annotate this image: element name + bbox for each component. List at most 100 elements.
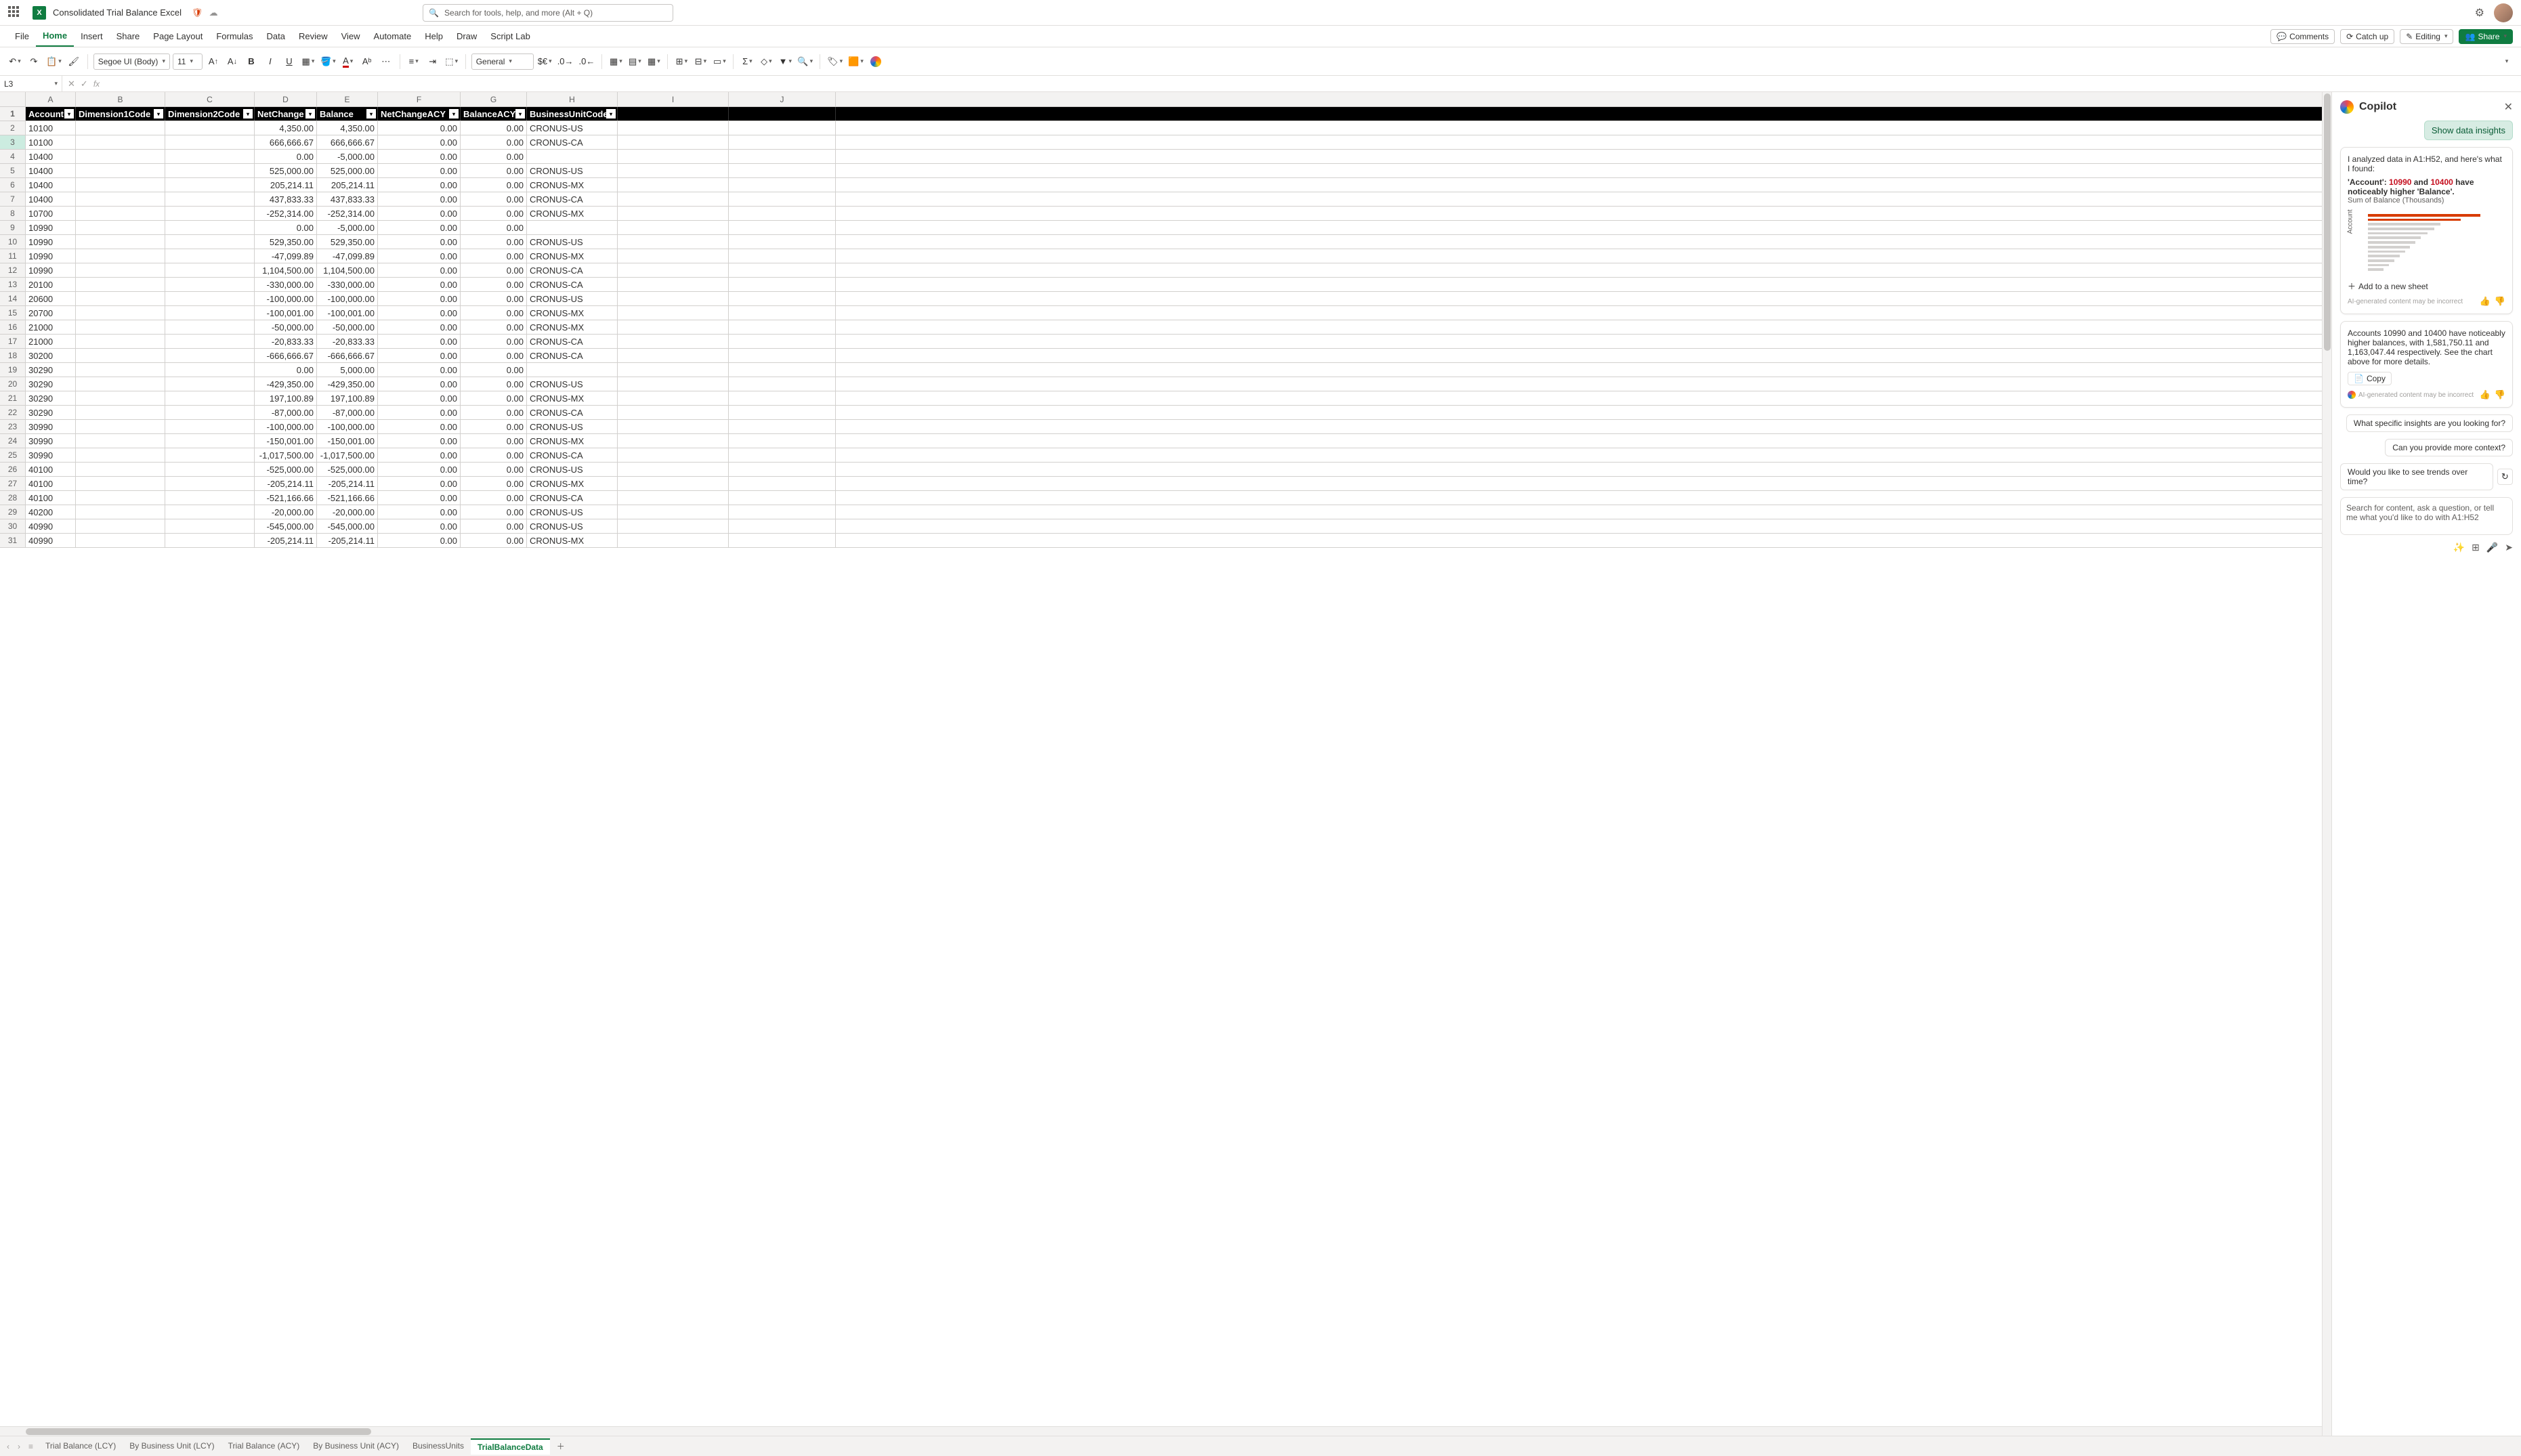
expand-ribbon-button[interactable]: ▾ <box>2498 53 2514 70</box>
ribbon-tab-file[interactable]: File <box>8 26 36 47</box>
cell[interactable]: 40100 <box>26 477 76 490</box>
table-header-cell[interactable]: NetChange▾ <box>255 107 317 121</box>
cell[interactable]: 0.00 <box>461 249 527 263</box>
conditional-formatting-button[interactable]: ▦▾ <box>645 53 662 70</box>
cell[interactable]: 197,100.89 <box>317 391 378 405</box>
cell[interactable] <box>165 320 255 334</box>
cell[interactable] <box>76 477 165 490</box>
cell[interactable]: 0.00 <box>378 164 461 177</box>
cell[interactable] <box>165 207 255 220</box>
cell[interactable] <box>618 292 729 305</box>
cell[interactable] <box>729 121 836 135</box>
row-header[interactable]: 30 <box>0 519 26 533</box>
cell[interactable] <box>729 463 836 476</box>
settings-icon[interactable]: ⚙ <box>2475 6 2484 20</box>
cell[interactable]: 0.00 <box>461 164 527 177</box>
cell[interactable] <box>165 249 255 263</box>
cell[interactable]: 0.00 <box>461 505 527 519</box>
sheet-all-icon[interactable]: ≡ <box>26 1442 36 1451</box>
more-font-button[interactable]: ⋯ <box>378 53 394 70</box>
cell[interactable]: CRONUS-CA <box>527 349 618 362</box>
cell[interactable]: 666,666.67 <box>317 135 378 149</box>
row-header[interactable]: 8 <box>0 207 26 220</box>
cell[interactable]: 0.00 <box>461 135 527 149</box>
cell[interactable] <box>76 306 165 320</box>
cell[interactable]: 21000 <box>26 335 76 348</box>
cell[interactable] <box>165 192 255 206</box>
sparkle-icon[interactable]: ✨ <box>2453 542 2465 553</box>
cell[interactable]: 0.00 <box>378 121 461 135</box>
cell[interactable]: 1,104,500.00 <box>255 263 317 277</box>
cell[interactable] <box>165 164 255 177</box>
cell[interactable]: 205,214.11 <box>255 178 317 192</box>
cell[interactable]: -429,350.00 <box>255 377 317 391</box>
select-all-corner[interactable] <box>0 92 26 106</box>
cell[interactable]: CRONUS-CA <box>527 263 618 277</box>
filter-dropdown-icon[interactable]: ▾ <box>243 109 253 119</box>
cell[interactable]: 0.00 <box>378 192 461 206</box>
cell[interactable] <box>76 434 165 448</box>
cell[interactable] <box>618 135 729 149</box>
cell[interactable]: 0.00 <box>461 335 527 348</box>
cell[interactable]: 10990 <box>26 221 76 234</box>
cell[interactable] <box>729 434 836 448</box>
cell[interactable] <box>76 406 165 419</box>
cell[interactable]: -330,000.00 <box>255 278 317 291</box>
cell[interactable]: -525,000.00 <box>255 463 317 476</box>
cell[interactable]: 0.00 <box>461 420 527 433</box>
cell[interactable]: 10990 <box>26 249 76 263</box>
cell[interactable]: 437,833.33 <box>317 192 378 206</box>
cell[interactable]: 0.00 <box>378 406 461 419</box>
sort-filter-button[interactable]: ▼▾ <box>777 53 793 70</box>
cell[interactable]: 0.00 <box>378 505 461 519</box>
cell[interactable] <box>729 491 836 505</box>
cell[interactable]: -330,000.00 <box>317 278 378 291</box>
cell[interactable]: 10100 <box>26 121 76 135</box>
row-header[interactable]: 2 <box>0 121 26 135</box>
table-header-cell[interactable]: BusinessUnitCode▾ <box>527 107 618 121</box>
row-header[interactable]: 29 <box>0 505 26 519</box>
cell[interactable]: 0.00 <box>255 150 317 163</box>
row-header[interactable]: 28 <box>0 491 26 505</box>
cell[interactable] <box>76 164 165 177</box>
cell[interactable] <box>165 434 255 448</box>
suggestion-chip[interactable]: What specific insights are you looking f… <box>2346 414 2513 432</box>
filter-dropdown-icon[interactable]: ▾ <box>305 109 315 119</box>
cell[interactable] <box>729 263 836 277</box>
sheet-next-icon[interactable]: › <box>15 1442 23 1451</box>
cell[interactable]: 0.00 <box>461 491 527 505</box>
cell[interactable] <box>165 178 255 192</box>
cell[interactable]: 0.00 <box>461 192 527 206</box>
cell-styles-button[interactable]: ▤▾ <box>627 53 643 70</box>
cell[interactable] <box>76 249 165 263</box>
cell[interactable]: 21000 <box>26 320 76 334</box>
cell[interactable]: 5,000.00 <box>317 363 378 377</box>
table-header-cell[interactable]: Balance▾ <box>317 107 378 121</box>
cell[interactable] <box>165 491 255 505</box>
cell[interactable]: -87,000.00 <box>255 406 317 419</box>
cell[interactable]: 0.00 <box>378 335 461 348</box>
copilot-ribbon-button[interactable] <box>868 53 884 70</box>
cell[interactable]: CRONUS-US <box>527 235 618 249</box>
cell[interactable]: -150,001.00 <box>317 434 378 448</box>
sensitivity-button[interactable]: 🏷▾ <box>826 53 844 70</box>
row-header[interactable]: 13 <box>0 278 26 291</box>
cell[interactable] <box>618 263 729 277</box>
cell[interactable]: CRONUS-CA <box>527 278 618 291</box>
cell[interactable]: 20100 <box>26 278 76 291</box>
cell[interactable] <box>729 107 836 121</box>
cell[interactable]: 0.00 <box>255 363 317 377</box>
name-box[interactable]: L3▾ <box>0 76 62 91</box>
cell[interactable] <box>165 292 255 305</box>
format-table-button[interactable]: ▦▾ <box>608 53 624 70</box>
cell[interactable] <box>618 178 729 192</box>
row-header[interactable]: 9 <box>0 221 26 234</box>
cell[interactable] <box>729 221 836 234</box>
copilot-input[interactable]: Search for content, ask a question, or t… <box>2340 497 2513 535</box>
suggestion-chip[interactable]: Would you like to see trends over time? <box>2340 463 2493 490</box>
filter-dropdown-icon[interactable]: ▾ <box>64 109 74 119</box>
font-color-button[interactable]: A▾ <box>340 53 356 70</box>
ribbon-tab-view[interactable]: View <box>335 26 367 47</box>
cell[interactable] <box>165 534 255 547</box>
cell[interactable]: 40990 <box>26 534 76 547</box>
